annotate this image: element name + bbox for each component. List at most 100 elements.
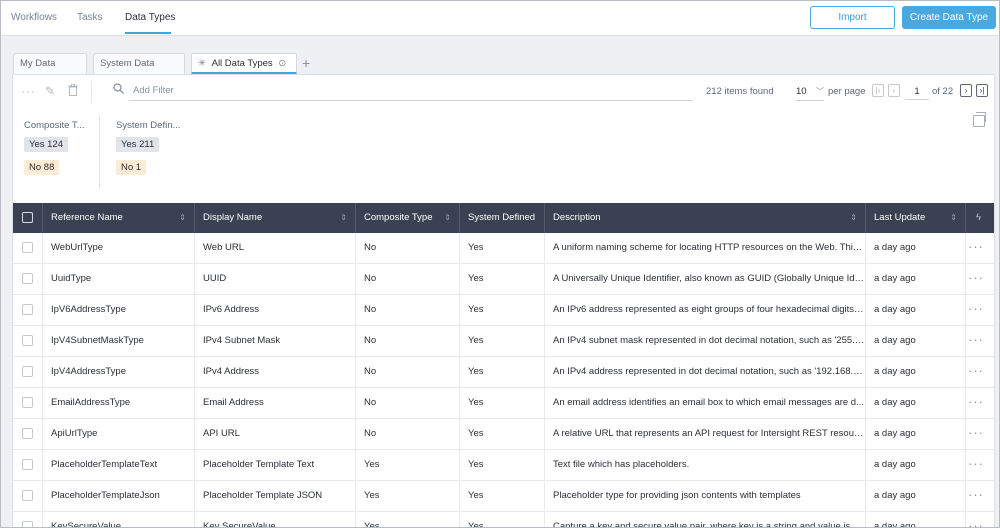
sort-icon[interactable]: ⇕ <box>444 203 451 233</box>
reference-name-cell[interactable]: WebUrlType <box>43 233 195 263</box>
content-panel: ··· ✎ 212 items found 10 ﹀ per page |‹ ‹… <box>12 74 995 527</box>
table-row[interactable]: PlaceholderTemplateText Placeholder Templ… <box>13 450 994 481</box>
reference-name-cell[interactable]: ApiUrlType <box>43 419 195 449</box>
nav-data-types[interactable]: Data Types <box>125 12 175 23</box>
row-checkbox[interactable] <box>22 272 33 284</box>
row-more-actions-icon[interactable]: ··· <box>968 481 984 509</box>
table-row[interactable]: IpV6AddressType IPv6 Address No Yes An IPv6 … <box>13 295 994 326</box>
tab-all-data-types[interactable]: ✳ All Data Types ⊙ <box>191 53 297 74</box>
row-more-actions-icon[interactable]: ··· <box>968 388 984 416</box>
row-more-actions-icon[interactable]: ··· <box>968 450 984 478</box>
table-row[interactable]: PlaceholderTemplateJson Placeholder Templ… <box>13 481 994 512</box>
column-header-label: Display Name <box>203 212 263 223</box>
row-actions-cell: ··· <box>966 264 994 294</box>
nav-workflows[interactable]: Workflows <box>11 12 57 23</box>
row-checkbox[interactable] <box>22 489 33 501</box>
tab-label: All Data Types <box>211 58 273 69</box>
display-name-cell: IPv4 Subnet Mask <box>195 326 356 356</box>
tab-system-data-types[interactable]: System Data Types <box>93 53 185 89</box>
prev-page-icon[interactable]: ‹ <box>888 84 900 97</box>
row-more-actions-icon[interactable]: ··· <box>968 233 984 261</box>
composite-no-filter[interactable]: No 88 <box>24 160 60 175</box>
column-header-description[interactable]: Description ⇕ <box>545 203 866 233</box>
row-checkbox[interactable] <box>22 365 33 377</box>
reference-name-cell[interactable]: IpV4SubnetMaskType <box>43 326 195 356</box>
sort-icon[interactable]: ⇕ <box>850 203 857 233</box>
system-defined-cell: Yes <box>460 481 545 511</box>
row-select-cell <box>13 512 43 527</box>
nav-tasks[interactable]: Tasks <box>77 12 103 23</box>
reference-name-cell[interactable]: PlaceholderTemplateJson <box>43 481 195 511</box>
row-checkbox[interactable] <box>22 303 33 315</box>
reference-name-cell[interactable]: UuidType <box>43 264 195 294</box>
reference-name-cell[interactable]: KeySecureValue <box>43 512 195 527</box>
row-checkbox[interactable] <box>22 396 33 408</box>
collapse-summary-icon[interactable] <box>973 112 986 127</box>
trash-icon[interactable] <box>68 83 78 99</box>
display-name-cell: IPv4 Address <box>195 357 356 387</box>
sort-icon[interactable]: ⇕ <box>179 203 186 233</box>
edit-icon[interactable]: ✎ <box>45 84 55 98</box>
column-header-label: Description <box>553 212 601 223</box>
row-more-actions-icon[interactable]: ··· <box>968 512 984 527</box>
reference-name-cell[interactable]: IpV4AddressType <box>43 357 195 387</box>
row-more-actions-icon[interactable]: ··· <box>968 357 984 385</box>
description-cell: An IPv6 address represented as eight gro… <box>545 295 866 325</box>
composite-type-summary-title: Composite T... <box>24 120 85 131</box>
display-name-cell: Key SecureValue <box>195 512 356 527</box>
filter-input[interactable] <box>133 85 683 96</box>
sort-icon[interactable]: ⇕ <box>340 203 347 233</box>
system-no-filter[interactable]: No 1 <box>116 160 147 175</box>
table-row[interactable]: WebUrlType Web URL No Yes A uniform naming s… <box>13 233 994 264</box>
next-page-icon[interactable]: › <box>960 84 972 97</box>
column-header-label: Last Update <box>874 212 926 223</box>
table-row[interactable]: KeySecureValue Key SecureValue Yes Yes Captu… <box>13 512 994 527</box>
bolt-icon[interactable]: ϟ <box>966 203 994 233</box>
row-checkbox[interactable] <box>22 520 33 527</box>
composite-yes-filter[interactable]: Yes 124 <box>24 137 68 152</box>
filter-underline <box>129 100 693 101</box>
table-row[interactable]: IpV4SubnetMaskType IPv4 Subnet Mask No Yes A… <box>13 326 994 357</box>
reference-name-cell[interactable]: IpV6AddressType <box>43 295 195 325</box>
first-page-icon[interactable]: |‹ <box>872 84 884 97</box>
sort-icon[interactable]: ⇕ <box>950 203 957 233</box>
row-more-actions-icon[interactable]: ··· <box>968 419 984 447</box>
row-more-actions-icon[interactable]: ··· <box>968 264 984 292</box>
column-header-composite-type[interactable]: Composite Type ⇕ <box>356 203 460 233</box>
add-tab-icon[interactable]: + <box>302 55 310 71</box>
system-yes-filter[interactable]: Yes 211 <box>116 137 160 152</box>
row-checkbox[interactable] <box>22 458 33 470</box>
row-checkbox[interactable] <box>22 241 33 253</box>
table-row[interactable]: UuidType UUID No Yes A Universally Unique Id… <box>13 264 994 295</box>
table-row[interactable]: IpV4AddressType IPv4 Address No Yes An IPv4 … <box>13 357 994 388</box>
reference-name-cell[interactable]: EmailAddressType <box>43 388 195 418</box>
composite-type-cell: Yes <box>356 450 460 480</box>
more-actions-icon[interactable]: ··· <box>21 84 36 98</box>
last-page-icon[interactable]: ›| <box>976 84 988 97</box>
composite-type-cell: No <box>356 357 460 387</box>
system-defined-cell: Yes <box>460 388 545 418</box>
select-all-checkbox[interactable] <box>22 211 33 223</box>
column-header-system-defined[interactable]: System Defined <box>460 203 545 233</box>
table-row[interactable]: EmailAddressType Email Address No Yes An ema… <box>13 388 994 419</box>
column-header-last-update[interactable]: Last Update ⇕ <box>866 203 966 233</box>
page-number-input[interactable]: 1 <box>905 83 929 100</box>
row-more-actions-icon[interactable]: ··· <box>968 326 984 354</box>
row-actions-cell: ··· <box>966 295 994 325</box>
row-checkbox[interactable] <box>22 334 33 346</box>
column-header-display-name[interactable]: Display Name ⇕ <box>195 203 356 233</box>
tab-my-data-types[interactable]: My Data Types <box>13 53 87 89</box>
create-data-type-button[interactable]: Create Data Type <box>902 6 996 29</box>
reference-name-cell[interactable]: PlaceholderTemplateText <box>43 450 195 480</box>
per-page-select[interactable]: 10 ﹀ <box>796 83 824 101</box>
composite-type-cell: No <box>356 388 460 418</box>
row-checkbox[interactable] <box>22 427 33 439</box>
row-select-cell <box>13 481 43 511</box>
import-button[interactable]: Import <box>810 6 895 29</box>
top-bar: Workflows Tasks Data Types Import Create… <box>1 1 999 36</box>
tab-options-icon[interactable]: ⊙ <box>278 58 286 69</box>
column-header-reference-name[interactable]: Reference Name ⇕ <box>43 203 195 233</box>
row-more-actions-icon[interactable]: ··· <box>968 295 984 323</box>
description-cell: Capture a key and secure value pair, whe… <box>545 512 866 527</box>
table-row[interactable]: ApiUrlType API URL No Yes A relative URL tha… <box>13 419 994 450</box>
